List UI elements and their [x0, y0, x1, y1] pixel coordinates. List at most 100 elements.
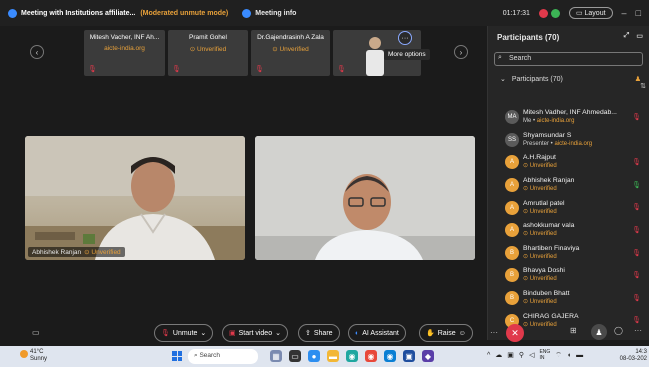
ai-assistant-button[interactable]: ◐ AI Assistant — [348, 324, 406, 342]
avatar: SS — [505, 132, 519, 147]
mic-muted-icon[interactable]: 🎙 — [632, 316, 641, 324]
participant-name: CHIRAG GAJERA — [523, 312, 579, 320]
more-panel-icon[interactable]: ··· — [634, 326, 642, 335]
avatar: B — [505, 268, 519, 283]
minimize-button[interactable]: – — [622, 8, 627, 18]
info-icon[interactable] — [242, 8, 252, 18]
participant-row[interactable]: A Amrutlal patel ⊙ Unverified 🎙 — [488, 196, 649, 219]
clock-date: 08-03-202 — [619, 356, 647, 362]
apps-icon[interactable]: ⊞ — [570, 326, 577, 335]
connection-icon[interactable] — [550, 8, 560, 18]
file-explorer-icon[interactable]: ▬ — [327, 350, 339, 362]
participant-status: ⊙ Unverified — [523, 275, 633, 283]
display-icon[interactable]: ▣ — [507, 351, 514, 359]
mic-muted-icon: 🎙 — [337, 66, 346, 73]
participant-status: Presenter • aicte-india.org — [523, 140, 593, 147]
participant-row[interactable]: A Abhishek Ranjan ⊙ Unverified 🎙 — [488, 174, 649, 197]
network-icon[interactable]: ⌔ — [555, 351, 562, 360]
video-panel-left[interactable]: Abhishek Ranjan ⊙ Unverified — [25, 136, 245, 260]
participant-row[interactable]: B Bhavya Doshi ⊙ Unverified 🎙 — [488, 264, 649, 287]
raise-label: Raise — [437, 329, 456, 337]
strip-prev-button[interactable]: ‹ — [30, 45, 44, 59]
taskbar-apps: ▦ ▭ ● ▬ ◉ ◉ ◉ ▣ ◆ — [270, 350, 434, 362]
chevron-down-icon: ⌄ — [275, 330, 281, 337]
people-icon[interactable]: ♟ — [635, 75, 641, 83]
more-options-button[interactable]: ··· — [398, 31, 412, 45]
participant-text: Abhishek Ranjan ⊙ Unverified — [523, 177, 633, 193]
participant-video-image — [255, 136, 475, 260]
start-video-button[interactable]: ▣ Start video ⌄ — [222, 324, 288, 342]
close-icon[interactable]: ▭ — [636, 32, 643, 40]
participant-row[interactable]: MA Mitesh Vadher, INF Ahmedab... Me • aict… — [488, 106, 649, 129]
usb-icon[interactable]: ⚲ — [519, 351, 524, 359]
avatar: A — [505, 200, 519, 215]
participant-row[interactable]: B Binduben Bhatt ⊙ Unverified 🎙 — [488, 287, 649, 310]
participants-toggle-icon[interactable]: ♟ — [591, 324, 607, 340]
edge-browser-icon[interactable]: ◉ — [346, 350, 358, 362]
mic-muted-icon[interactable]: 🎙 — [632, 249, 641, 257]
weather-widget[interactable]: 41°C Sunny — [20, 349, 47, 363]
language-indicator[interactable]: ENG IN — [539, 349, 550, 361]
strip-next-button[interactable]: › — [454, 45, 468, 59]
recording-icon[interactable] — [538, 8, 548, 18]
popout-icon[interactable]: ⤢ — [624, 32, 630, 40]
webex-app-icon[interactable]: ◉ — [384, 350, 396, 362]
avatar: A — [505, 223, 519, 238]
volume-icon[interactable]: ◖ — [567, 352, 571, 359]
participant-tile[interactable]: Mitesh Vacher, INF Ah... aicte-india.org… — [84, 30, 165, 76]
widgets-app-icon[interactable]: ▦ — [270, 350, 282, 362]
participant-tile[interactable]: Dr.Gajendrasinh A Zala ⊙ Unverified 🎙 — [251, 30, 330, 76]
participant-row[interactable]: Aashokkumar vala ⊙ Unverified 🎙 — [488, 219, 649, 242]
tile-name: Pramit Gohel — [189, 34, 227, 41]
mic-muted-icon[interactable]: 🎙 — [632, 158, 641, 166]
mic-active-icon[interactable]: 🎙 — [632, 181, 641, 189]
store-app-icon[interactable]: ▣ — [403, 350, 415, 362]
participant-row[interactable]: A A.H.Rajput ⊙ Unverified 🎙 — [488, 151, 649, 174]
maximize-button[interactable]: □ — [636, 8, 641, 18]
chrome-browser-icon[interactable]: ◉ — [365, 350, 377, 362]
tile-name: Mitesh Vacher, INF Ah... — [89, 34, 160, 41]
taskbar-search-input[interactable]: ⌕ Search — [188, 349, 258, 364]
participant-status-text: ⊙ Unverified — [523, 276, 557, 283]
wifi-icon[interactable]: ◁ — [529, 351, 534, 359]
mic-muted-icon[interactable]: 🎙 — [632, 294, 641, 302]
video-panel-right[interactable] — [255, 136, 475, 260]
participant-status-text: ⊙ Unverified — [523, 163, 557, 170]
mic-muted-icon[interactable]: 🎙 — [632, 203, 641, 211]
mic-muted-icon[interactable]: 🎙 — [632, 113, 641, 121]
photos-app-icon[interactable]: ◆ — [422, 350, 434, 362]
taskbar-clock[interactable]: 14:3 08-03-202 — [620, 349, 647, 363]
chevron-up-icon[interactable]: ^ — [487, 352, 490, 359]
meeting-info-link[interactable]: Meeting info — [255, 10, 296, 17]
mic-muted-icon[interactable]: 🎙 — [632, 271, 641, 279]
participants-group-header[interactable]: ⌄ Participants (70) ♟ — [488, 72, 649, 86]
raise-hand-button[interactable]: ✋ Raise ☺ — [419, 324, 473, 342]
chat-icon[interactable]: ▭ — [32, 328, 40, 337]
participant-name: A.H.Rajput — [523, 154, 556, 162]
more-icon[interactable]: ··· — [490, 328, 498, 337]
layout-button[interactable]: ▭ Layout — [568, 7, 613, 19]
teams-app-icon[interactable]: ● — [308, 350, 320, 362]
cloud-icon[interactable]: ☁ — [495, 351, 502, 359]
share-button[interactable]: ⇪ Share — [298, 324, 340, 342]
task-view-icon[interactable]: ▭ — [289, 350, 301, 362]
tile-status: ⊙ Unverified — [272, 46, 309, 53]
participant-search-input[interactable]: ⌕ Search — [494, 52, 643, 66]
windows-start-icon[interactable] — [172, 351, 182, 361]
clock-time: 14:3 — [635, 349, 647, 355]
battery-icon[interactable]: ▬ — [576, 352, 583, 359]
avatar: B — [505, 291, 519, 306]
unmute-button[interactable]: 🎙 Unmute ⌄ — [154, 324, 214, 342]
participant-tile[interactable]: Pramit Gohel ⊙ Unverified 🎙 — [168, 30, 248, 76]
participant-name: Amrutlal patel — [523, 199, 565, 207]
participant-row[interactable]: SS Shyamsundar S Presenter • aicte-india.o… — [488, 129, 649, 152]
participant-name: Binduben Bhatt — [523, 290, 570, 298]
participant-row[interactable]: B Bhartiben Finaviya ⊙ Unverified 🎙 — [488, 242, 649, 265]
chat-bubble-icon[interactable]: ◯ — [614, 326, 623, 335]
weather-temp: 41°C — [30, 349, 44, 355]
mic-muted-icon[interactable]: 🎙 — [632, 226, 641, 234]
participants-panel-title: Participants (70) — [497, 32, 560, 42]
leave-meeting-button[interactable]: ✕ — [506, 324, 524, 342]
participant-status: ⊙ Unverified — [523, 298, 633, 306]
reactions-icon[interactable]: ☺ — [459, 330, 466, 337]
